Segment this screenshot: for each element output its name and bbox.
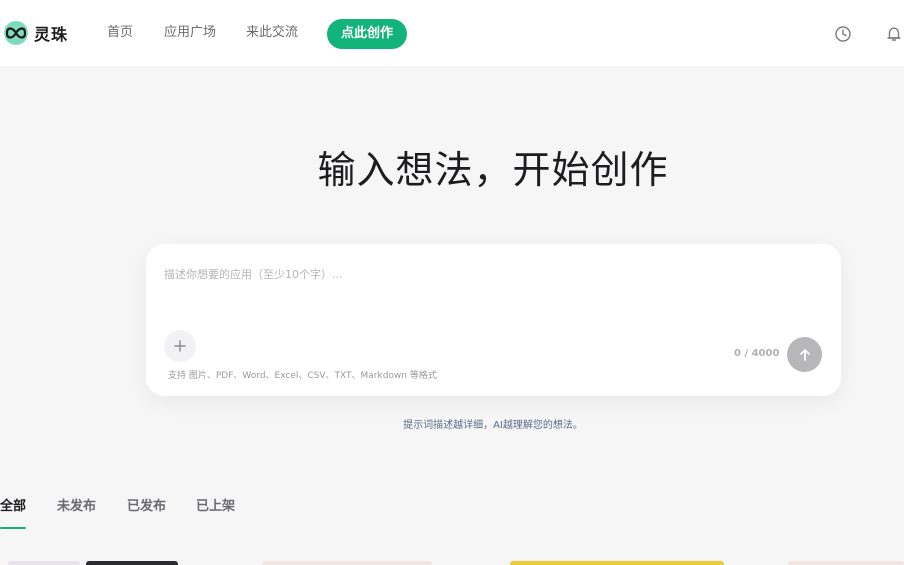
active-tab-indicator [0,527,26,529]
nav-home[interactable]: 首页 [107,24,133,42]
create-button[interactable]: 点此创作 [327,19,407,49]
nav-app-plaza[interactable]: 应用广场 [164,24,216,42]
tab-listed[interactable]: 已上架 [196,498,235,516]
arrow-up-icon [799,348,810,361]
tab-all[interactable]: 全部 [0,498,26,516]
upload-format-hint: 支持 图片、PDF、Word、Excel、CSV、TXT、Markdown 等格… [168,371,437,381]
char-counter: 0 / 4000 [734,348,780,359]
top-header: 灵珠 首页 应用广场 来此交流 点此创作 [0,0,904,66]
prompt-card: 支持 图片、PDF、Word、Excel、CSV、TXT、Markdown 等格… [146,244,841,396]
send-button[interactable] [787,337,822,372]
prompt-input[interactable] [164,262,824,286]
app-card-thumbnail[interactable] [8,561,80,565]
nav-community[interactable]: 来此交流 [246,24,298,42]
history-clock-icon[interactable] [834,25,852,43]
bell-icon[interactable] [885,25,903,43]
app-card-thumbnail[interactable] [510,561,724,565]
tab-unpublished[interactable]: 未发布 [57,498,96,516]
hero-title: 输入想法，开始创作 [317,148,669,192]
app-card-thumbnail[interactable] [262,561,432,565]
app-card-thumbnail[interactable] [788,561,904,565]
tab-published[interactable]: 已发布 [127,498,166,516]
app-name: 灵珠 [34,25,69,44]
infinity-logo-icon [4,21,28,45]
app-logo[interactable]: 灵珠 [4,21,68,45]
app-card-thumbnail[interactable] [86,561,178,565]
plus-icon [174,340,186,352]
upload-button[interactable] [164,330,196,362]
prompt-tip: 提示词描述越详细，AI越理解您的想法。 [403,420,583,431]
